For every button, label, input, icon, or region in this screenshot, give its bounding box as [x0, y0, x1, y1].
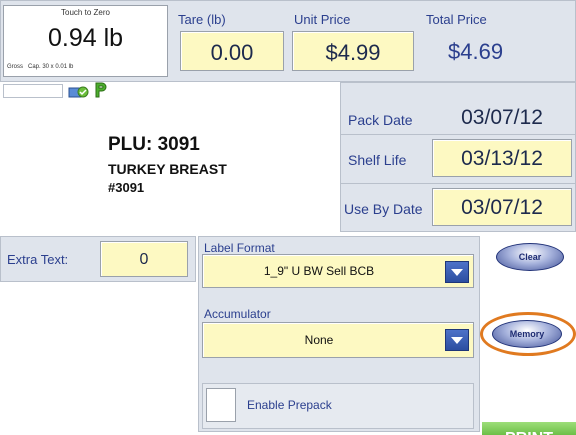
weight-value: 0.94 lb — [47, 24, 124, 52]
divider-1 — [340, 134, 576, 135]
status-strip — [3, 84, 63, 98]
scale-status-icon — [68, 84, 90, 98]
total-price-label: Total Price — [426, 12, 487, 27]
extra-text-value: 0 — [139, 251, 149, 268]
weight-display[interactable]: Touch to Zero 0.94 lb Gross Cap. 30 x 0.… — [3, 5, 168, 77]
use-by-date-label: Use By Date — [344, 201, 423, 217]
prepack-p-icon — [92, 81, 110, 99]
divider-2 — [340, 183, 576, 184]
use-by-date-field[interactable]: 03/07/12 — [432, 188, 572, 226]
label-format-dropdown[interactable]: 1_9" U BW Sell BCB — [202, 254, 474, 288]
gross-label: Gross — [7, 64, 24, 70]
shelf-life-label: Shelf Life — [348, 152, 407, 168]
print-button[interactable]: PRINT — [482, 422, 576, 435]
shelf-life-value: 03/13/12 — [461, 147, 543, 170]
tare-field[interactable]: 0.00 — [180, 31, 284, 71]
extra-text-label: Extra Text: — [7, 252, 69, 267]
enable-prepack-checkbox[interactable] — [206, 388, 236, 422]
enable-prepack-row[interactable]: Enable Prepack — [202, 383, 474, 429]
clear-button[interactable]: Clear — [496, 243, 564, 271]
total-price-value: $4.69 — [448, 39, 504, 64]
touch-to-zero-label: Touch to Zero — [61, 8, 110, 17]
accumulator-dropdown[interactable]: None — [202, 322, 474, 358]
unit-price-label: Unit Price — [294, 12, 351, 27]
extra-text-field[interactable]: 0 — [100, 241, 188, 277]
accumulator-dropdown-icon[interactable] — [445, 329, 469, 351]
memory-button[interactable]: Memory — [492, 320, 562, 348]
unit-price-field[interactable]: $4.99 — [292, 31, 414, 71]
label-format-dropdown-icon[interactable] — [445, 261, 469, 283]
pack-date-label: Pack Date — [348, 112, 413, 128]
product-number: #3091 — [108, 180, 145, 195]
label-format-label: Label Format — [204, 241, 275, 255]
shelf-life-field[interactable]: 03/13/12 — [432, 139, 572, 177]
plu-number: PLU: 3091 — [108, 134, 200, 155]
enable-prepack-label: Enable Prepack — [247, 398, 332, 412]
pack-date-value: 03/07/12 — [461, 106, 543, 129]
accumulator-value: None — [304, 333, 334, 347]
tare-value: 0.00 — [210, 40, 254, 65]
capacity-label: Cap. 30 x 0.01 lb — [28, 64, 74, 70]
accumulator-label: Accumulator — [204, 307, 271, 321]
label-format-value: 1_9" U BW Sell BCB — [263, 264, 375, 278]
unit-price-value: $4.99 — [325, 40, 381, 65]
use-by-date-value: 03/07/12 — [461, 196, 543, 219]
tare-label: Tare (lb) — [178, 12, 226, 27]
product-name: TURKEY BREAST — [108, 161, 227, 177]
